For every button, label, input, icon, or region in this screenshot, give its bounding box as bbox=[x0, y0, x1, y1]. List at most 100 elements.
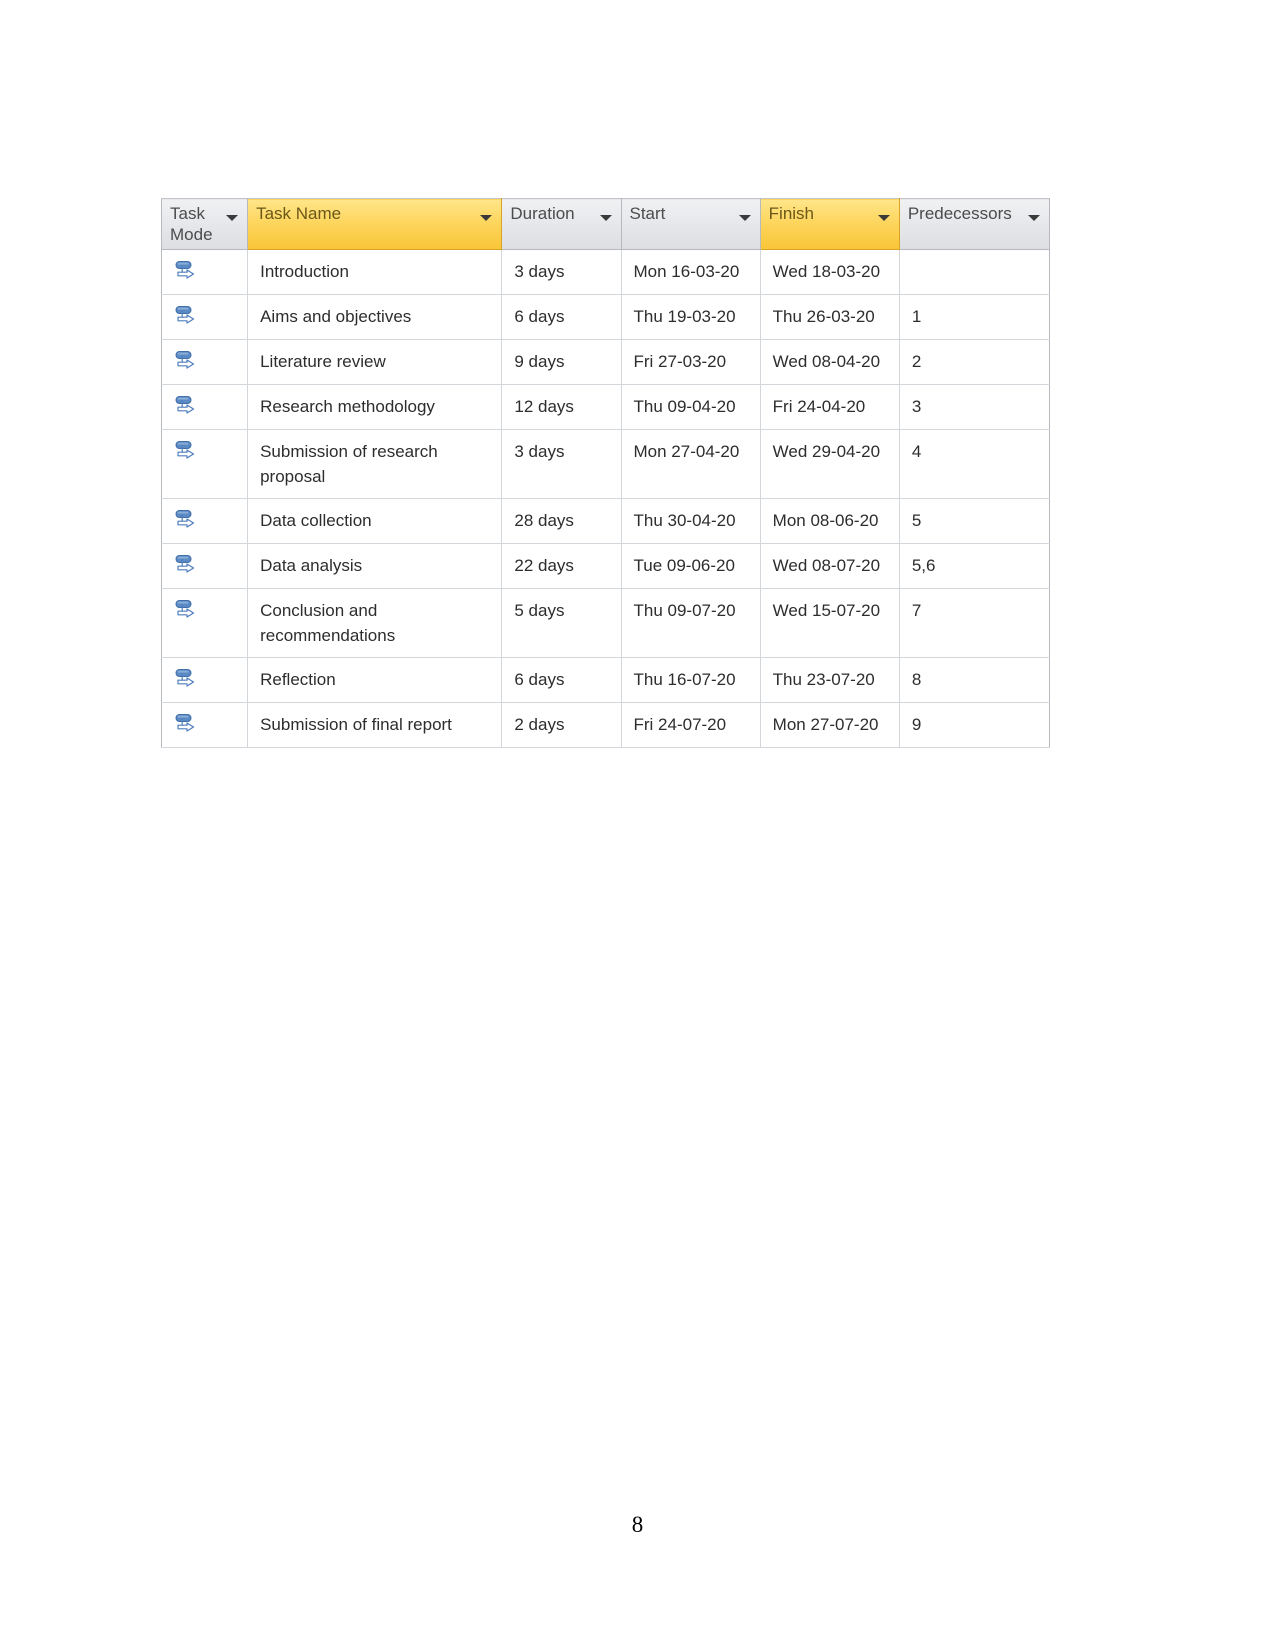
column-header-label-finish: Finish bbox=[768, 204, 815, 223]
table-header-row: Task Mode Task Name Duration Start Finis… bbox=[161, 198, 1050, 250]
table-row[interactable]: Reflection 6 days Thu 16-07-20 Thu 23-07-20… bbox=[161, 657, 1050, 703]
table-row[interactable]: Data collection 28 days Thu 30-04-20 Mon 08… bbox=[161, 498, 1050, 544]
table-row[interactable]: Literature review 9 days Fri 27-03-20 Wed 0… bbox=[161, 339, 1050, 385]
cell-start[interactable]: Fri 24-07-20 bbox=[621, 702, 761, 748]
table-row[interactable]: Aims and objectives 6 days Thu 19-03-20 Thu… bbox=[161, 294, 1050, 340]
cell-duration[interactable]: 5 days bbox=[501, 588, 622, 658]
cell-predecessors[interactable]: 4 bbox=[899, 429, 1050, 499]
cell-task-mode[interactable] bbox=[161, 249, 249, 295]
filter-arrow-icon-predecessors[interactable] bbox=[1028, 215, 1040, 221]
column-header-label-task-name: Task Name bbox=[256, 204, 342, 223]
table-row[interactable]: Submission of research proposal 3 days Mon… bbox=[161, 429, 1050, 499]
cell-start[interactable]: Mon 27-04-20 bbox=[621, 429, 761, 499]
cell-start[interactable]: Fri 27-03-20 bbox=[621, 339, 761, 385]
filter-arrow-icon-task-name[interactable] bbox=[480, 215, 493, 221]
cell-duration[interactable]: 3 days bbox=[501, 249, 622, 295]
cell-task-mode[interactable] bbox=[161, 657, 249, 703]
column-header-task-name[interactable]: Task Name bbox=[247, 198, 503, 250]
filter-arrow-icon-finish[interactable] bbox=[877, 215, 890, 221]
cell-task-name[interactable]: Conclusion and recommendations bbox=[247, 588, 503, 658]
auto-schedule-icon bbox=[174, 667, 200, 693]
cell-duration[interactable]: 2 days bbox=[501, 702, 622, 748]
auto-schedule-icon bbox=[174, 304, 200, 330]
cell-finish[interactable]: Mon 08-06-20 bbox=[760, 498, 900, 544]
cell-duration[interactable]: 3 days bbox=[501, 429, 622, 499]
cell-task-mode[interactable] bbox=[161, 702, 249, 748]
cell-finish[interactable]: Wed 15-07-20 bbox=[760, 588, 900, 658]
table-row[interactable]: Data analysis 22 days Tue 09-06-20 Wed 08-0… bbox=[161, 543, 1050, 589]
auto-schedule-icon bbox=[174, 394, 200, 420]
cell-task-name[interactable]: Submission of final report bbox=[247, 702, 503, 748]
table-row[interactable]: Conclusion and recommendations 5 days Thu … bbox=[161, 588, 1050, 658]
cell-duration[interactable]: 6 days bbox=[501, 294, 622, 340]
cell-predecessors[interactable]: 1 bbox=[899, 294, 1050, 340]
cell-finish[interactable]: Thu 23-07-20 bbox=[760, 657, 900, 703]
filter-arrow-icon-duration[interactable] bbox=[599, 215, 612, 221]
cell-start[interactable]: Thu 30-04-20 bbox=[621, 498, 761, 544]
cell-predecessors[interactable]: 9 bbox=[899, 702, 1050, 748]
cell-finish[interactable]: Mon 27-07-20 bbox=[760, 702, 900, 748]
cell-task-name[interactable]: Data collection bbox=[247, 498, 503, 544]
column-header-task-mode[interactable]: Task Mode bbox=[161, 198, 249, 250]
cell-task-mode[interactable] bbox=[161, 339, 249, 385]
cell-duration[interactable]: 28 days bbox=[501, 498, 622, 544]
cell-task-mode[interactable] bbox=[161, 384, 249, 430]
column-header-label-start: Start bbox=[629, 204, 666, 223]
cell-predecessors[interactable] bbox=[899, 249, 1050, 295]
cell-task-name[interactable]: Submission of research proposal bbox=[247, 429, 503, 499]
cell-duration[interactable]: 22 days bbox=[501, 543, 622, 589]
filter-arrow-icon-task-mode[interactable] bbox=[226, 215, 239, 221]
auto-schedule-icon bbox=[174, 712, 200, 738]
auto-schedule-icon bbox=[174, 508, 200, 534]
column-header-duration[interactable]: Duration bbox=[501, 198, 622, 250]
cell-finish[interactable]: Fri 24-04-20 bbox=[760, 384, 900, 430]
cell-start[interactable]: Thu 19-03-20 bbox=[621, 294, 761, 340]
auto-schedule-icon bbox=[174, 598, 200, 624]
project-task-table: Task Mode Task Name Duration Start Finis… bbox=[161, 198, 1050, 748]
cell-finish[interactable]: Wed 08-07-20 bbox=[760, 543, 900, 589]
column-header-label-task-mode: Task Mode bbox=[170, 204, 213, 244]
table-row[interactable]: Submission of final report 2 days Fri 24-0… bbox=[161, 702, 1050, 748]
auto-schedule-icon bbox=[174, 349, 200, 375]
cell-task-name[interactable]: Literature review bbox=[247, 339, 503, 385]
cell-start[interactable]: Tue 09-06-20 bbox=[621, 543, 761, 589]
cell-duration[interactable]: 6 days bbox=[501, 657, 622, 703]
cell-predecessors[interactable]: 2 bbox=[899, 339, 1050, 385]
auto-schedule-icon bbox=[174, 439, 200, 465]
cell-task-mode[interactable] bbox=[161, 588, 249, 658]
table-row[interactable]: Introduction 3 days Mon 16-03-20 Wed 18-03-… bbox=[161, 249, 1050, 295]
cell-start[interactable]: Thu 16-07-20 bbox=[621, 657, 761, 703]
cell-predecessors[interactable]: 3 bbox=[899, 384, 1050, 430]
cell-task-mode[interactable] bbox=[161, 498, 249, 544]
column-header-label-predecessors: Predecessors bbox=[907, 204, 1012, 223]
cell-finish[interactable]: Wed 18-03-20 bbox=[760, 249, 900, 295]
cell-predecessors[interactable]: 8 bbox=[899, 657, 1050, 703]
cell-finish[interactable]: Wed 29-04-20 bbox=[760, 429, 900, 499]
cell-duration[interactable]: 12 days bbox=[501, 384, 622, 430]
column-header-start[interactable]: Start bbox=[621, 198, 761, 250]
cell-finish[interactable]: Thu 26-03-20 bbox=[760, 294, 900, 340]
cell-predecessors[interactable]: 7 bbox=[899, 588, 1050, 658]
column-header-finish[interactable]: Finish bbox=[759, 198, 900, 250]
cell-task-mode[interactable] bbox=[161, 429, 249, 499]
cell-finish[interactable]: Wed 08-04-20 bbox=[760, 339, 900, 385]
table-header: Task Mode Task Name Duration Start Finis… bbox=[161, 198, 1050, 250]
auto-schedule-icon bbox=[174, 553, 200, 579]
cell-start[interactable]: Thu 09-07-20 bbox=[621, 588, 761, 658]
cell-predecessors[interactable]: 5,6 bbox=[899, 543, 1050, 589]
filter-arrow-icon-start[interactable] bbox=[738, 215, 751, 221]
cell-task-name[interactable]: Introduction bbox=[247, 249, 503, 295]
cell-task-name[interactable]: Reflection bbox=[247, 657, 503, 703]
column-header-predecessors[interactable]: Predecessors bbox=[899, 198, 1050, 250]
cell-duration[interactable]: 9 days bbox=[501, 339, 622, 385]
table-row[interactable]: Research methodology 12 days Thu 09-04-20 F… bbox=[161, 384, 1050, 430]
page-number: 8 bbox=[631, 1512, 644, 1537]
cell-task-mode[interactable] bbox=[161, 543, 249, 589]
cell-task-mode[interactable] bbox=[161, 294, 249, 340]
cell-start[interactable]: Mon 16-03-20 bbox=[621, 249, 761, 295]
cell-task-name[interactable]: Research methodology bbox=[247, 384, 503, 430]
cell-start[interactable]: Thu 09-04-20 bbox=[621, 384, 761, 430]
cell-predecessors[interactable]: 5 bbox=[899, 498, 1050, 544]
cell-task-name[interactable]: Aims and objectives bbox=[247, 294, 503, 340]
cell-task-name[interactable]: Data analysis bbox=[247, 543, 503, 589]
